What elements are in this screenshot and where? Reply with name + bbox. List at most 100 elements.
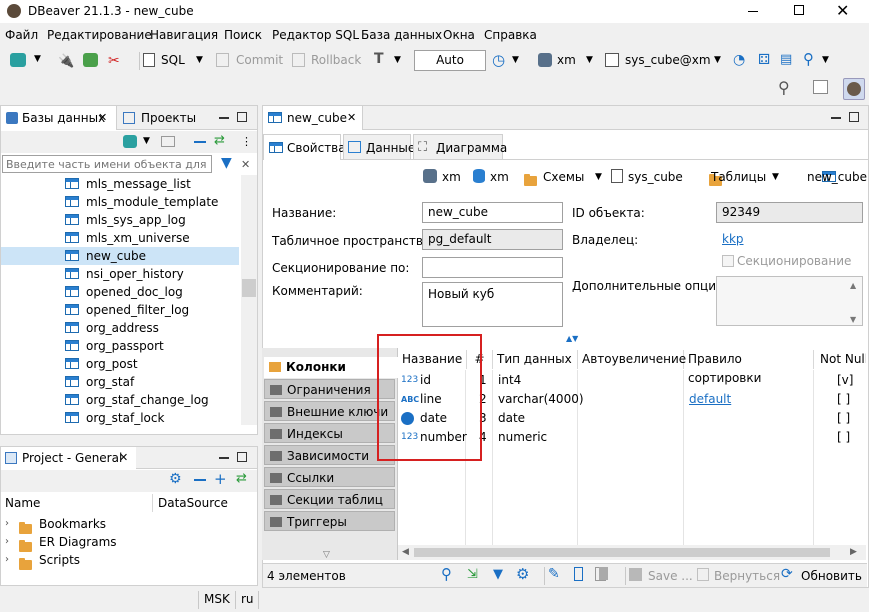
filter-icon[interactable]: ▼ — [221, 155, 232, 171]
object-id-field[interactable]: 92349 — [716, 202, 863, 223]
connection-dropdown-icon[interactable]: ▼ — [586, 55, 593, 65]
tree-item[interactable]: opened_filter_log — [1, 301, 239, 319]
reconnect-icon[interactable] — [83, 53, 98, 67]
tree-item[interactable]: mls_module_template — [1, 193, 239, 211]
subtab-data[interactable]: Данные — [343, 134, 415, 160]
collapse-icon[interactable] — [194, 479, 206, 481]
cell-notnull[interactable]: [ ] — [837, 428, 850, 447]
editor-tab-close-icon[interactable]: ✕ — [347, 111, 356, 124]
breadcrumb-schemas[interactable]: Схемы — [543, 170, 584, 184]
scroll-right-icon[interactable]: ▶ — [850, 547, 857, 557]
history-icon[interactable]: ◷ — [492, 51, 505, 69]
breadcrumb-dropdown-icon[interactable]: ▼ — [595, 172, 602, 182]
timezone-indicator[interactable]: MSK — [204, 592, 230, 606]
trash-icon[interactable] — [599, 567, 608, 580]
breadcrumb-tables[interactable]: Таблицы — [711, 170, 766, 184]
side-tab-dependencies[interactable]: Зависимости — [264, 445, 395, 465]
column-header-sort[interactable]: Правило сортировки — [684, 350, 814, 385]
minimize-icon[interactable] — [748, 11, 758, 12]
commit-mode-field[interactable]: Auto — [414, 50, 486, 71]
transaction-mode-icon[interactable]: T — [374, 51, 384, 67]
owner-link[interactable]: kkp — [722, 232, 744, 246]
maximize-editor-icon[interactable] — [849, 112, 859, 122]
scroll-thumb[interactable] — [242, 279, 256, 297]
schema-selector[interactable]: sys_cube@xm — [625, 53, 711, 67]
revert-icon[interactable] — [697, 568, 709, 581]
connection-selector[interactable]: xm — [557, 53, 576, 67]
tablespace-field[interactable]: pg_default — [422, 229, 563, 250]
disconnect-icon[interactable]: ✂ — [108, 53, 120, 69]
maximize-panel-icon[interactable] — [237, 112, 247, 122]
minimize-editor-icon[interactable] — [831, 117, 841, 119]
commit-button[interactable]: Commit — [236, 53, 283, 67]
breadcrumb-dropdown-icon[interactable]: ▼ — [772, 172, 779, 182]
tree-item[interactable]: org_address — [1, 319, 239, 337]
new-dropdown-icon[interactable]: ▼ — [143, 136, 150, 146]
column-header-type[interactable]: Тип данных — [493, 350, 578, 369]
tree-item[interactable]: org_staf_lock — [1, 409, 239, 425]
partition-field[interactable] — [422, 257, 563, 278]
task-icon[interactable]: ▤ — [780, 52, 792, 67]
schema-dropdown-icon[interactable]: ▼ — [714, 55, 721, 65]
menu-help[interactable]: Справка — [484, 28, 537, 42]
breadcrumb-schema[interactable]: sys_cube — [628, 170, 683, 184]
commit-icon[interactable] — [216, 53, 229, 67]
search-icon[interactable]: ⚲ — [803, 50, 814, 68]
search-icon[interactable]: ⚲ — [441, 565, 452, 583]
tree-item[interactable]: nsi_oper_history — [1, 265, 239, 283]
transaction-dropdown-icon[interactable]: ▼ — [394, 55, 401, 65]
tree-item[interactable]: mls_message_list — [1, 175, 239, 193]
settings-icon[interactable]: ⚙ — [169, 471, 182, 487]
dropdown-icon[interactable]: ▼ — [34, 54, 41, 64]
configure-icon[interactable]: ⚙ — [516, 565, 529, 583]
menu-edit[interactable]: Редактирование — [47, 28, 152, 42]
quick-search-icon[interactable]: ⚲ — [778, 78, 790, 97]
side-tabs-scroll-down-icon[interactable]: ▽ — [323, 550, 330, 560]
extra-scroll-up-icon[interactable]: ▲ — [850, 281, 856, 290]
expand-icon[interactable]: › — [5, 536, 9, 547]
search-dropdown-icon[interactable]: ▼ — [822, 55, 829, 65]
minimize-project-icon[interactable] — [219, 457, 229, 459]
side-tab-indexes[interactable]: Индексы — [264, 423, 395, 443]
menu-database[interactable]: База данных — [361, 28, 442, 42]
cell-notnull[interactable]: [ ] — [837, 390, 850, 409]
side-tab-partitions[interactable]: Секции таблиц — [264, 489, 395, 509]
scroll-left-icon[interactable]: ◀ — [402, 547, 409, 557]
menu-navigate[interactable]: Навигация — [150, 28, 218, 42]
tree-item-selected[interactable]: new_cube — [1, 247, 239, 265]
tree-item[interactable]: org_post — [1, 355, 239, 373]
rollback-button[interactable]: Rollback — [311, 53, 361, 67]
tree-item[interactable]: org_staf — [1, 373, 239, 391]
connect-icon[interactable]: 🔌 — [58, 54, 74, 69]
comment-field[interactable]: Новый куб — [422, 282, 563, 327]
side-tab-foreign-keys[interactable]: Внешние ключи — [264, 401, 395, 421]
tab-databases[interactable]: Базы данных ✕ — [1, 106, 117, 130]
editor-tab-new-cube[interactable]: new_cube ✕ — [263, 106, 363, 130]
add-column-icon[interactable] — [574, 567, 583, 581]
save-icon[interactable] — [629, 568, 642, 581]
maximize-project-icon[interactable] — [237, 452, 247, 462]
project-item-er-diagrams[interactable]: › ER Diagrams — [5, 535, 117, 553]
name-field[interactable]: new_cube — [422, 202, 563, 223]
save-button[interactable]: Save ... — [648, 569, 693, 583]
history-dropdown-icon[interactable]: ▼ — [512, 55, 519, 65]
project-item-bookmarks[interactable]: › Bookmarks — [5, 517, 106, 535]
scroll-thumb[interactable] — [414, 548, 830, 557]
partitioning-checkbox[interactable] — [722, 255, 734, 267]
filter-clear-icon[interactable]: ✕ — [241, 158, 250, 171]
tree-item[interactable]: mls_sys_app_log — [1, 211, 239, 229]
filter-icon[interactable]: ▼ — [493, 567, 503, 582]
minimize-panel-icon[interactable] — [219, 117, 229, 119]
project-tab-close-icon[interactable]: ✕ — [119, 451, 128, 464]
close-icon[interactable]: ✕ — [836, 1, 849, 20]
expand-icon[interactable]: › — [5, 554, 9, 565]
dashboard-icon[interactable]: ◔ — [733, 52, 745, 68]
tree-item[interactable]: org_staf_change_log — [1, 391, 239, 409]
edit-icon[interactable]: ✎ — [548, 566, 560, 582]
perspective-icon[interactable] — [813, 80, 828, 94]
expand-all-icon[interactable]: ⇲ — [467, 567, 478, 582]
refresh-button[interactable]: Обновить — [801, 569, 862, 583]
tab-projects[interactable]: Проекты — [119, 106, 219, 130]
menu-file[interactable]: Файл — [5, 28, 38, 42]
tree-item[interactable]: opened_doc_log — [1, 283, 239, 301]
